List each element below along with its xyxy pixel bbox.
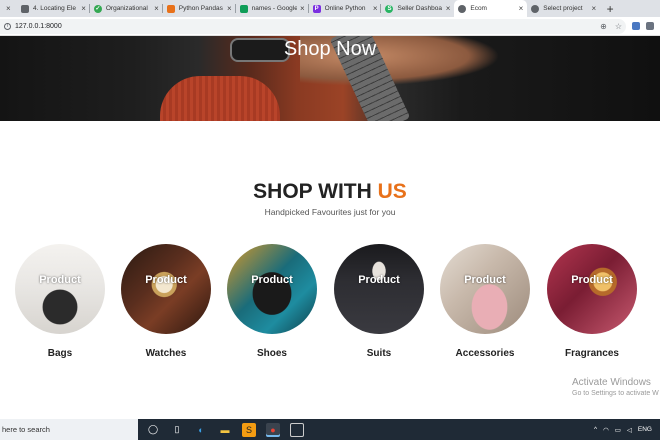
volume-icon[interactable]: ◁: [627, 426, 632, 434]
url-field[interactable]: i 127.0.0.1:8000 ⊕ ☆: [0, 18, 626, 34]
tab-5[interactable]: P Online Python ×: [309, 0, 382, 17]
watermark-line1: Activate Windows: [572, 377, 651, 388]
close-tab-icon[interactable]: ×: [519, 4, 524, 13]
extension-icon[interactable]: [632, 22, 640, 30]
category-image[interactable]: Product: [15, 244, 105, 334]
battery-icon[interactable]: ▭: [615, 426, 621, 434]
globe-icon: [531, 4, 540, 13]
close-tab-icon[interactable]: ×: [6, 4, 11, 13]
close-tab-icon[interactable]: ×: [446, 4, 451, 13]
p-icon: P: [312, 4, 321, 13]
network-icon[interactable]: ◠: [603, 426, 609, 434]
tab-title: Ecom: [470, 5, 487, 12]
heading-main: SHOP WITH: [253, 180, 378, 203]
tab-6[interactable]: S Seller Dashboa ×: [381, 0, 454, 17]
tab-title: Python Pandas: [178, 5, 223, 12]
tab-4[interactable]: names - Google ×: [236, 0, 309, 17]
hero-sleeve-image: [160, 76, 280, 121]
globe-icon: [458, 4, 467, 13]
taskbar-search-box[interactable]: here to search: [0, 419, 138, 440]
category-bags[interactable]: Product Bags: [15, 244, 105, 359]
tab-0[interactable]: ×: [0, 0, 17, 17]
close-tab-icon[interactable]: ×: [227, 4, 232, 13]
taskbar-apps: ◯ ▯ ◐ ▬ S ●: [138, 422, 304, 437]
category-shoes[interactable]: Product Shoes: [227, 244, 317, 359]
category-fragrances[interactable]: Product Fragrances: [547, 244, 637, 359]
sheets-icon: [239, 4, 248, 13]
extensions: [626, 22, 660, 30]
hero-title[interactable]: Shop Now: [0, 36, 660, 61]
check-icon: ✓: [93, 4, 102, 13]
tab-title: Seller Dashboa: [397, 5, 442, 12]
product-overlay: Product: [571, 274, 613, 286]
grid-icon: [20, 4, 29, 13]
edge-icon[interactable]: ◐: [194, 423, 208, 437]
tray-arrow-icon[interactable]: ^: [594, 426, 597, 433]
file-explorer-icon[interactable]: ▬: [218, 423, 232, 437]
category-name[interactable]: Fragrances: [547, 348, 637, 359]
zoom-icon[interactable]: ⊕: [600, 22, 607, 31]
cortana-icon[interactable]: ◯: [146, 423, 160, 437]
url-text: 127.0.0.1:8000: [15, 22, 62, 30]
tab-title: Select project: [543, 5, 583, 12]
category-image[interactable]: Product: [440, 244, 530, 334]
sublime-text-icon[interactable]: S: [242, 422, 256, 437]
tab-2[interactable]: ✓ Organizational ×: [90, 0, 163, 17]
product-overlay: Product: [358, 274, 400, 286]
close-tab-icon[interactable]: ×: [154, 4, 159, 13]
window-controls: [620, 0, 660, 17]
chrome-icon[interactable]: ●: [266, 422, 280, 437]
terminal-icon[interactable]: [290, 422, 304, 437]
search-placeholder: here to search: [2, 425, 50, 434]
category-name[interactable]: Accessories: [440, 348, 530, 359]
close-tab-icon[interactable]: ×: [591, 4, 596, 13]
bookmark-star-icon[interactable]: ☆: [615, 22, 622, 31]
category-suits[interactable]: Product Suits: [334, 244, 424, 359]
category-watches[interactable]: Product Watches: [121, 244, 211, 359]
tab-title: 4. Locating Ele: [32, 5, 76, 12]
system-tray: ^ ◠ ▭ ◁ ENG: [594, 426, 660, 434]
category-image[interactable]: Product: [227, 244, 317, 334]
close-tab-icon[interactable]: ×: [81, 4, 86, 13]
taskbar: here to search ◯ ▯ ◐ ▬ S ● ^ ◠ ▭ ◁ ENG: [0, 419, 660, 440]
category-image[interactable]: Product: [334, 244, 424, 334]
category-list: Product Bags Product Watches Product Sho…: [0, 244, 660, 364]
info-icon[interactable]: i: [4, 22, 11, 30]
tab-1[interactable]: 4. Locating Ele ×: [17, 0, 90, 17]
task-view-icon[interactable]: ▯: [170, 423, 184, 437]
product-overlay: Product: [464, 274, 506, 286]
heading-accent: US: [377, 180, 407, 203]
s-icon: S: [385, 4, 394, 13]
product-overlay: Product: [251, 274, 293, 286]
category-name[interactable]: Suits: [334, 348, 424, 359]
tab-8[interactable]: Select project ×: [527, 0, 600, 17]
category-name[interactable]: Shoes: [227, 348, 317, 359]
close-tab-icon[interactable]: ×: [300, 4, 305, 13]
watermark-line2: Go to Settings to activate W: [572, 390, 659, 397]
product-overlay: Product: [39, 274, 81, 286]
tab-3[interactable]: Python Pandas ×: [163, 0, 236, 17]
tab-title: names - Google: [251, 5, 297, 12]
category-name[interactable]: Bags: [15, 348, 105, 359]
category-name[interactable]: Watches: [121, 348, 211, 359]
tab-title: Online Python: [324, 5, 366, 12]
tab-title: Organizational: [105, 5, 148, 12]
new-tab-button[interactable]: +: [600, 0, 620, 17]
tab-ecom[interactable]: Ecom ×: [454, 0, 528, 17]
extension-icon[interactable]: [646, 22, 654, 30]
category-accessories[interactable]: Product Accessories: [440, 244, 530, 359]
tools-icon: [166, 4, 175, 13]
section-subtitle: Handpicked Favourites just for you: [264, 207, 396, 217]
section-heading: SHOP WITH US: [0, 180, 660, 204]
product-overlay: Product: [145, 274, 187, 286]
tab-strip: × 4. Locating Ele × ✓ Organizational × P…: [0, 0, 660, 17]
activate-windows-watermark: Activate Windows Go to Settings to activ…: [572, 377, 659, 397]
category-image[interactable]: Product: [547, 244, 637, 334]
address-bar: i 127.0.0.1:8000 ⊕ ☆: [0, 17, 660, 36]
language-indicator[interactable]: ENG: [638, 426, 652, 433]
close-tab-icon[interactable]: ×: [373, 4, 378, 13]
hero-banner: Shop Now: [0, 36, 660, 121]
category-image[interactable]: Product: [121, 244, 211, 334]
